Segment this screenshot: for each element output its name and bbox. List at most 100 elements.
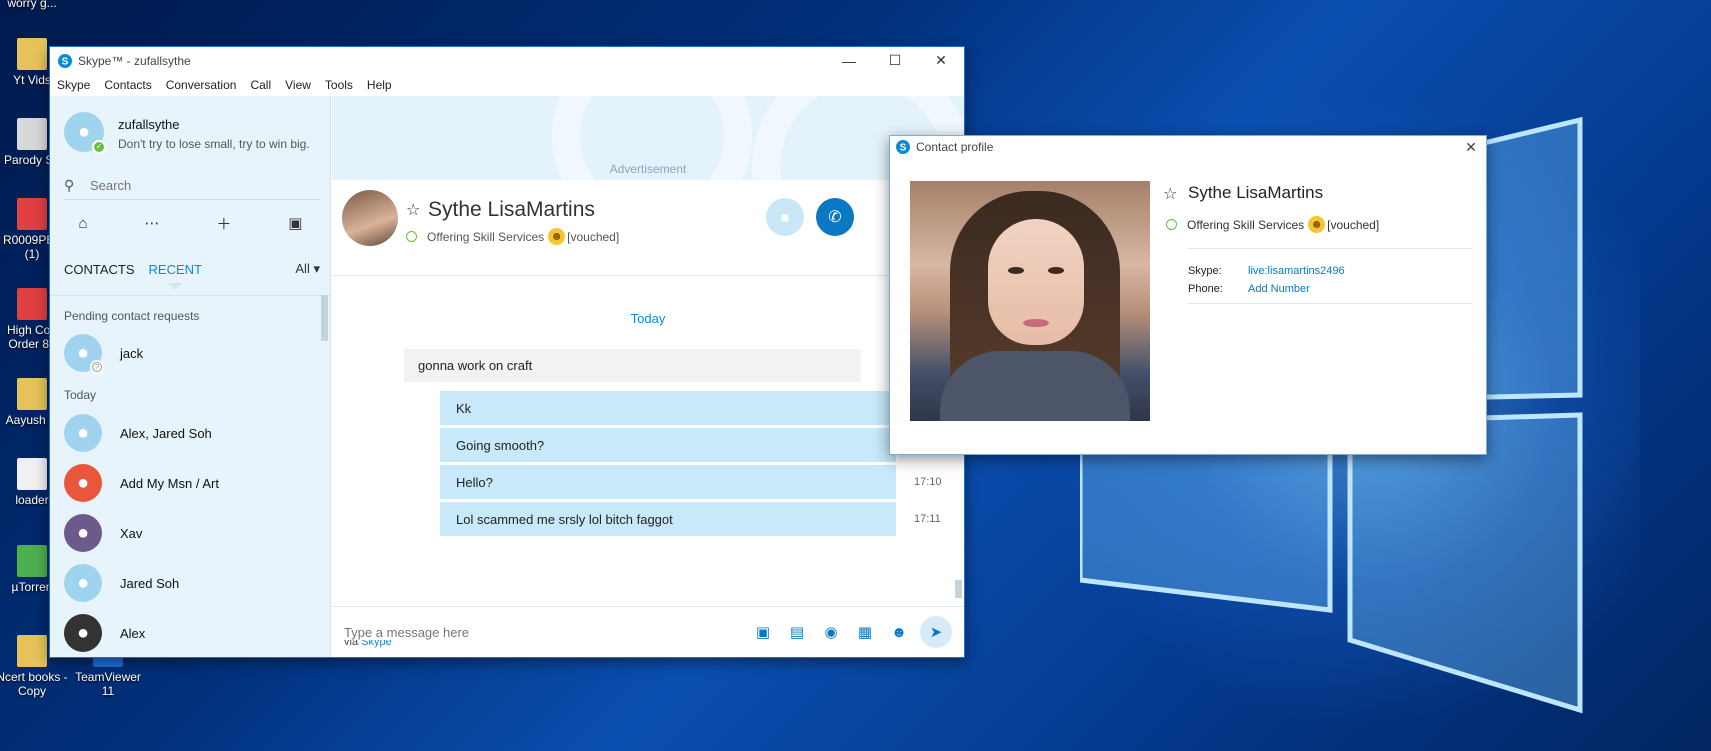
send-contact-icon[interactable]: ▦ (848, 623, 882, 641)
maximize-button[interactable]: ☐ (872, 47, 918, 74)
list-item[interactable]: ● Alex (50, 608, 331, 657)
chevron-down-icon: ▾ (313, 261, 320, 276)
smiley-icon: ☻ (548, 228, 566, 245)
skype-titlebar[interactable]: S Skype™ - zufallsythe — ☐ ✕ (50, 47, 964, 74)
own-profile[interactable]: ● ✓ zufallsythe Don't try to lose small,… (64, 112, 310, 154)
search-icon: ⚲ (64, 177, 75, 193)
emoticon-icon[interactable]: ☻ (882, 624, 916, 641)
menu-contacts[interactable]: Contacts (104, 78, 151, 92)
contact-profile-title: Contact profile (916, 140, 994, 154)
add-number-link[interactable]: Add Number (1248, 283, 1310, 295)
file-icon (17, 545, 47, 577)
video-message-icon[interactable]: ◉ (814, 623, 848, 641)
filter-label: All (295, 261, 310, 276)
send-button[interactable]: ➤ (920, 616, 952, 648)
message-timestamp: 17:10 (914, 476, 942, 488)
section-pending: Pending contact requests (64, 309, 200, 323)
contact-name: Alex (120, 625, 146, 641)
menu-conversation[interactable]: Conversation (166, 78, 237, 92)
tab-recent[interactable]: RECENT (149, 262, 202, 289)
list-item[interactable]: ● Xav (50, 508, 331, 558)
dialpad-icon[interactable]: ⋯ (144, 214, 159, 232)
chat-scrollbar[interactable] (955, 580, 962, 598)
sidebar: ● ✓ zufallsythe Don't try to lose small,… (50, 96, 331, 657)
star-icon[interactable]: ☆ (1163, 184, 1177, 204)
status-text: Offering Skill Services (427, 229, 545, 244)
desktop-icon[interactable]: worry g... (0, 0, 70, 10)
avatar: ● (64, 514, 102, 552)
section-today: Today (64, 388, 97, 402)
file-icon (17, 198, 47, 230)
phone-label: Phone: (1188, 283, 1223, 295)
call-button[interactable]: ✆ (816, 198, 854, 236)
outgoing-message[interactable]: Going smooth? (440, 428, 896, 462)
close-button[interactable]: ✕ (918, 47, 964, 74)
message-composer: ▣ ▤ ◉ ▦ ☻ ➤ (332, 606, 964, 657)
menu-help[interactable]: Help (367, 78, 392, 92)
send-file-icon[interactable]: ▤ (780, 623, 814, 641)
user-icon: ● (76, 521, 90, 544)
filter-dropdown[interactable]: All ▾ (295, 261, 320, 277)
smiley-icon: ☻ (1308, 216, 1326, 233)
minimize-button[interactable]: — (826, 47, 872, 74)
ad-label: Advertisement (609, 162, 687, 176)
send-image-icon[interactable]: ▣ (746, 623, 780, 641)
list-item[interactable]: ● Jared Soh (50, 558, 331, 608)
home-icon[interactable]: ⌂ (78, 215, 87, 232)
avatar: ● (64, 614, 102, 652)
profile-photo (910, 181, 1150, 421)
user-icon: ● (77, 120, 91, 143)
menu-view[interactable]: View (285, 78, 311, 92)
presence-ring-icon (406, 231, 417, 242)
user-icon: ● (76, 341, 90, 364)
message-timestamp: 17:11 (914, 513, 941, 525)
menu-bar: Skype Contacts Conversation Call View To… (50, 74, 964, 96)
add-icon[interactable]: ＋ (216, 213, 231, 234)
outgoing-message[interactable]: Lol scammed me srsly lol bitch faggot (440, 502, 896, 536)
profile-contact-status: Offering Skill Services ☻ [vouched] (1166, 216, 1379, 233)
profile-mood[interactable]: Don't try to lose small, try to win big. (118, 137, 310, 151)
phone-row: Phone: Add Number (1188, 283, 1310, 295)
avatar[interactable] (342, 190, 398, 246)
desktop-icon-label: TeamViewer 11 (75, 670, 141, 698)
outgoing-message[interactable]: Hello? (440, 465, 896, 499)
avatar: ● (64, 414, 102, 452)
video-call-button[interactable]: ■ (766, 198, 804, 236)
tab-contacts[interactable]: CONTACTS (64, 262, 135, 277)
skype-label: Skype: (1188, 265, 1222, 277)
search-input[interactable] (90, 178, 266, 193)
close-icon[interactable]: ✕ (1456, 139, 1486, 156)
online-status-icon: ✓ (92, 140, 106, 154)
menu-skype[interactable]: Skype (57, 78, 90, 92)
list-item[interactable]: ● Alex, Jared Soh (50, 408, 331, 458)
avatar: ● ? (64, 334, 104, 374)
skype-id-link[interactable]: live:lisamartins2496 (1248, 265, 1345, 277)
user-icon: ● (76, 421, 90, 444)
advertisement-banner[interactable]: Advertisement (332, 96, 964, 180)
avatar[interactable]: ● ✓ (64, 112, 106, 154)
incoming-message[interactable]: gonna work on craft (404, 349, 861, 382)
status-suffix: [vouched] (567, 229, 620, 244)
contact-name: Xav (120, 525, 143, 541)
sidebar-scrollbar[interactable] (321, 295, 328, 341)
contact-name: Add My Msn / Art (120, 475, 219, 491)
list-item[interactable]: ● ? jack (50, 328, 331, 378)
message-input[interactable] (344, 624, 724, 640)
search-box[interactable]: ⚲ (64, 172, 320, 200)
status-text: Offering Skill Services (1187, 217, 1305, 232)
list-item[interactable]: ● Add My Msn / Art (50, 458, 331, 508)
menu-call[interactable]: Call (250, 78, 271, 92)
chat-pane: Advertisement ☆ Sythe LisaMartins Offeri… (332, 96, 964, 657)
contact-profile-window: S Contact profile ✕ ☆ Sythe LisaMartins … (889, 135, 1487, 455)
skype-window: S Skype™ - zufallsythe — ☐ ✕ Skype Conta… (49, 46, 965, 658)
menu-tools[interactable]: Tools (325, 78, 353, 92)
chat-contact-name[interactable]: Sythe LisaMartins (428, 198, 595, 222)
contact-profile-titlebar[interactable]: S Contact profile ✕ (890, 136, 1486, 158)
file-icon (17, 118, 47, 150)
star-icon[interactable]: ☆ (406, 200, 420, 220)
avatar: ● (64, 564, 102, 602)
outgoing-message[interactable]: Kk (440, 391, 896, 425)
phone-icon: ✆ (828, 209, 842, 226)
svg-text:S: S (62, 56, 69, 67)
contact-card-icon[interactable]: ▣ (288, 214, 302, 232)
